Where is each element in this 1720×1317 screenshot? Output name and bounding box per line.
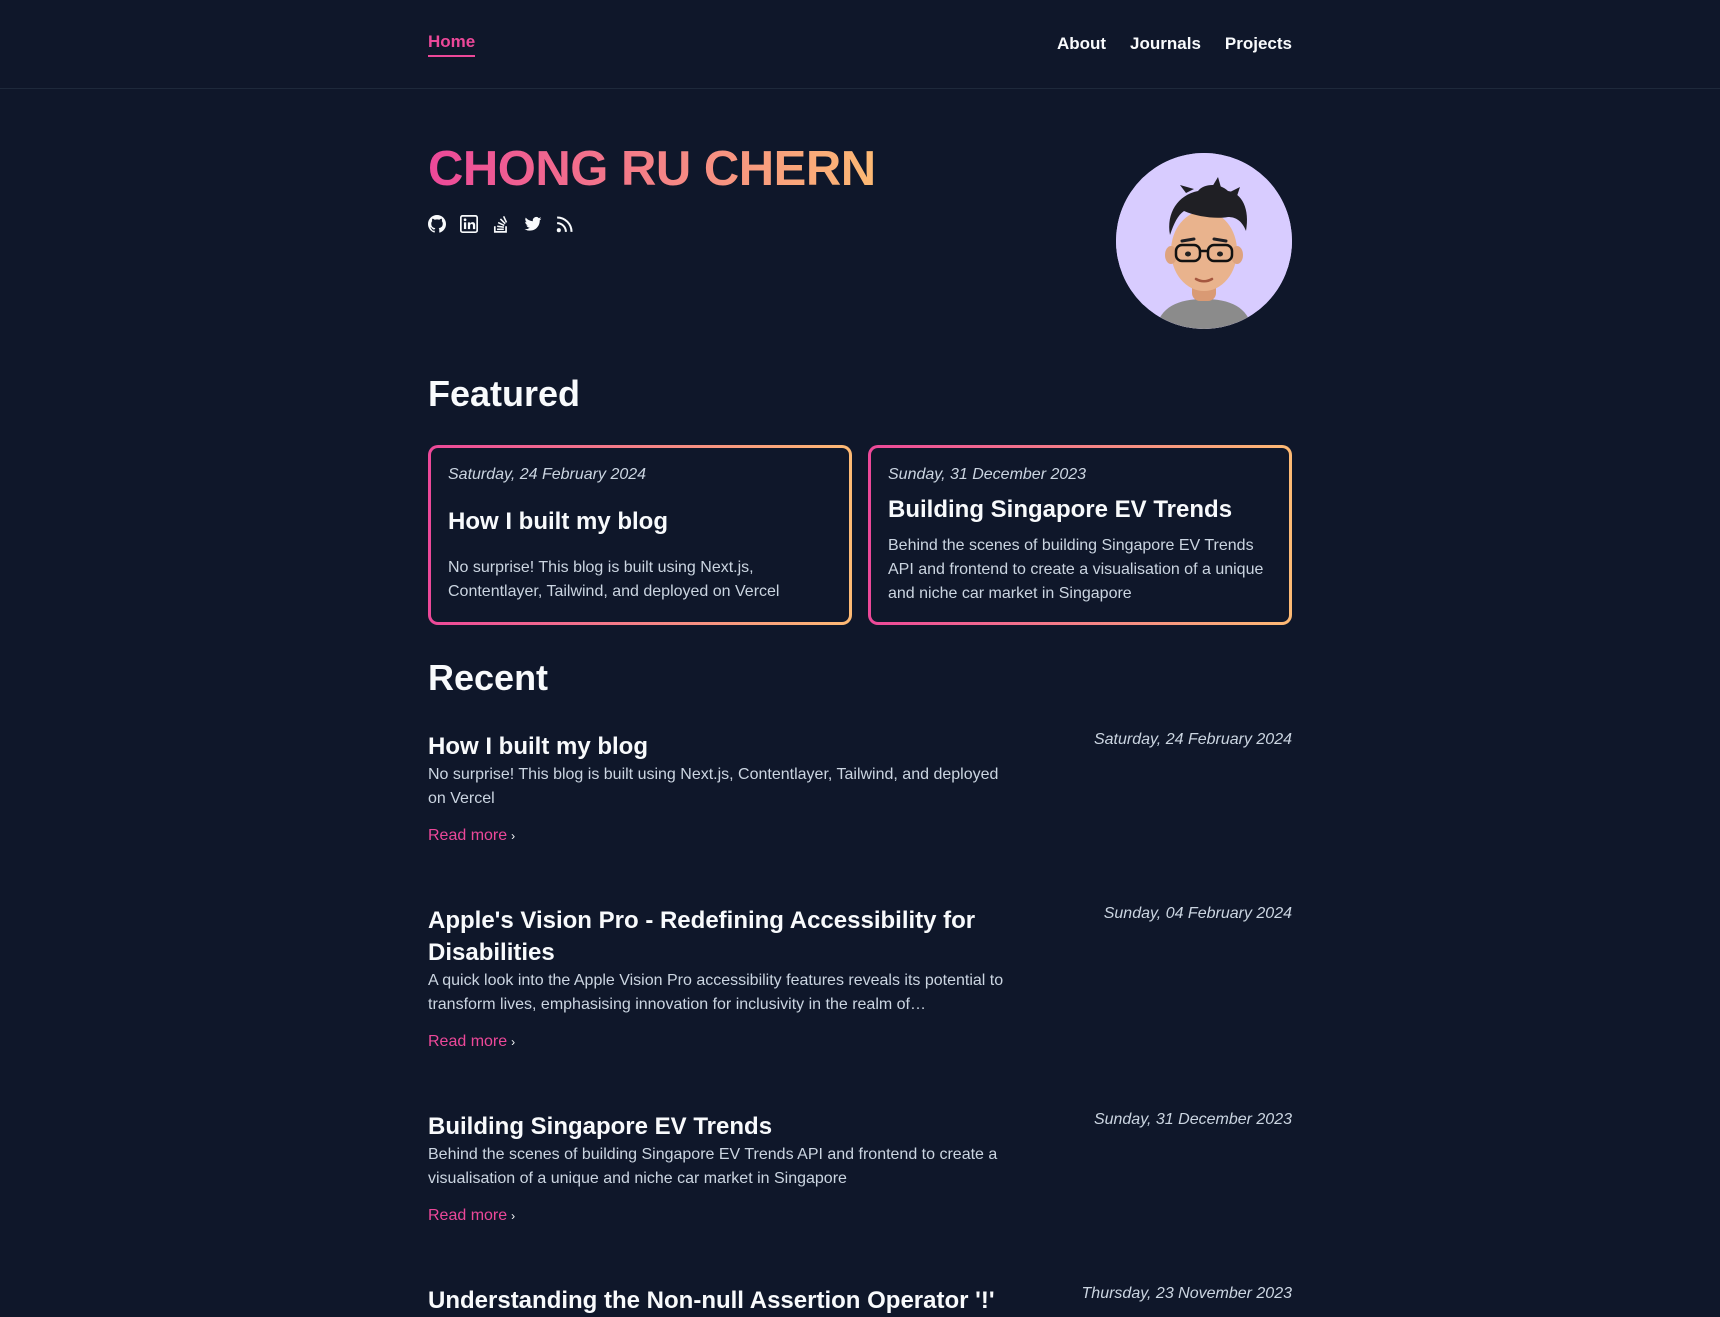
post-item: Understanding the Non-null Assertion Ope…	[428, 1285, 1292, 1317]
card-date: Saturday, 24 February 2024	[448, 466, 647, 483]
post-date: Saturday, 24 February 2024	[1093, 731, 1292, 748]
post-item: Building Singapore EV Trends Behind the …	[428, 1111, 1292, 1225]
featured-heading: Featured	[428, 373, 581, 414]
avatar	[1116, 153, 1292, 329]
stackoverflow-icon[interactable]	[492, 215, 510, 233]
rss-icon[interactable]	[556, 215, 574, 233]
featured-card[interactable]: Saturday, 24 February 2024 How I built m…	[428, 445, 852, 625]
main-content: CHONG RU CHERN Featured Saturday, 24 Feb…	[428, 89, 1292, 1317]
hero-section: CHONG RU CHERN	[428, 89, 1292, 369]
featured-card[interactable]: Sunday, 31 December 2023 Building Singap…	[868, 445, 1292, 625]
post-description: Behind the scenes of building Singapore …	[428, 1146, 998, 1187]
linkedin-icon[interactable]	[460, 215, 478, 233]
post-title[interactable]: Apple's Vision Pro - Redefining Accessib…	[428, 905, 1008, 969]
read-more-link[interactable]: Read more ›	[428, 1033, 515, 1051]
post-description: No surprise! This blog is built using Ne…	[428, 766, 999, 807]
read-more-link[interactable]: Read more ›	[428, 827, 515, 845]
post-date: Sunday, 31 December 2023	[1093, 1111, 1292, 1128]
card-title: Building Singapore EV Trends	[888, 496, 1233, 523]
post-date: Sunday, 04 February 2024	[1103, 905, 1292, 922]
post-description: A quick look into the Apple Vision Pro a…	[428, 972, 1004, 1013]
read-more-link[interactable]: Read more ›	[428, 1207, 515, 1225]
post-title[interactable]: How I built my blog	[428, 731, 1008, 763]
chevron-right-icon: ›	[511, 1035, 516, 1049]
nav-journals-link[interactable]: Journals	[1130, 34, 1201, 54]
post-title[interactable]: Understanding the Non-null Assertion Ope…	[428, 1285, 1048, 1317]
nav-home-link[interactable]: Home	[428, 32, 476, 57]
post-title[interactable]: Building Singapore EV Trends	[428, 1111, 1008, 1143]
read-more-label: Read more	[428, 1207, 508, 1224]
twitter-icon[interactable]	[524, 215, 542, 233]
read-more-label: Read more	[428, 827, 508, 844]
card-description: Behind the scenes of building Singapore …	[888, 537, 1264, 602]
card-description: No surprise! This blog is built using Ne…	[448, 559, 780, 600]
card-date: Sunday, 31 December 2023	[888, 466, 1087, 483]
chevron-right-icon: ›	[511, 1209, 516, 1223]
social-links	[428, 215, 574, 233]
github-icon[interactable]	[428, 215, 446, 233]
post-item: Apple's Vision Pro - Redefining Accessib…	[428, 905, 1292, 1051]
chevron-right-icon: ›	[511, 829, 516, 843]
post-date: Thursday, 23 November 2023	[1081, 1285, 1292, 1302]
post-item: How I built my blog No surprise! This bl…	[428, 731, 1292, 845]
recent-heading: Recent	[428, 657, 549, 698]
read-more-label: Read more	[428, 1033, 508, 1050]
card-title: How I built my blog	[448, 508, 668, 535]
top-navbar: Home About Journals Projects	[0, 0, 1720, 89]
nav-projects-link[interactable]: Projects	[1225, 34, 1292, 54]
site-owner-name: CHONG RU CHERN	[428, 142, 876, 196]
nav-about-link[interactable]: About	[1057, 34, 1106, 54]
featured-cards: Saturday, 24 February 2024 How I built m…	[428, 445, 1292, 625]
